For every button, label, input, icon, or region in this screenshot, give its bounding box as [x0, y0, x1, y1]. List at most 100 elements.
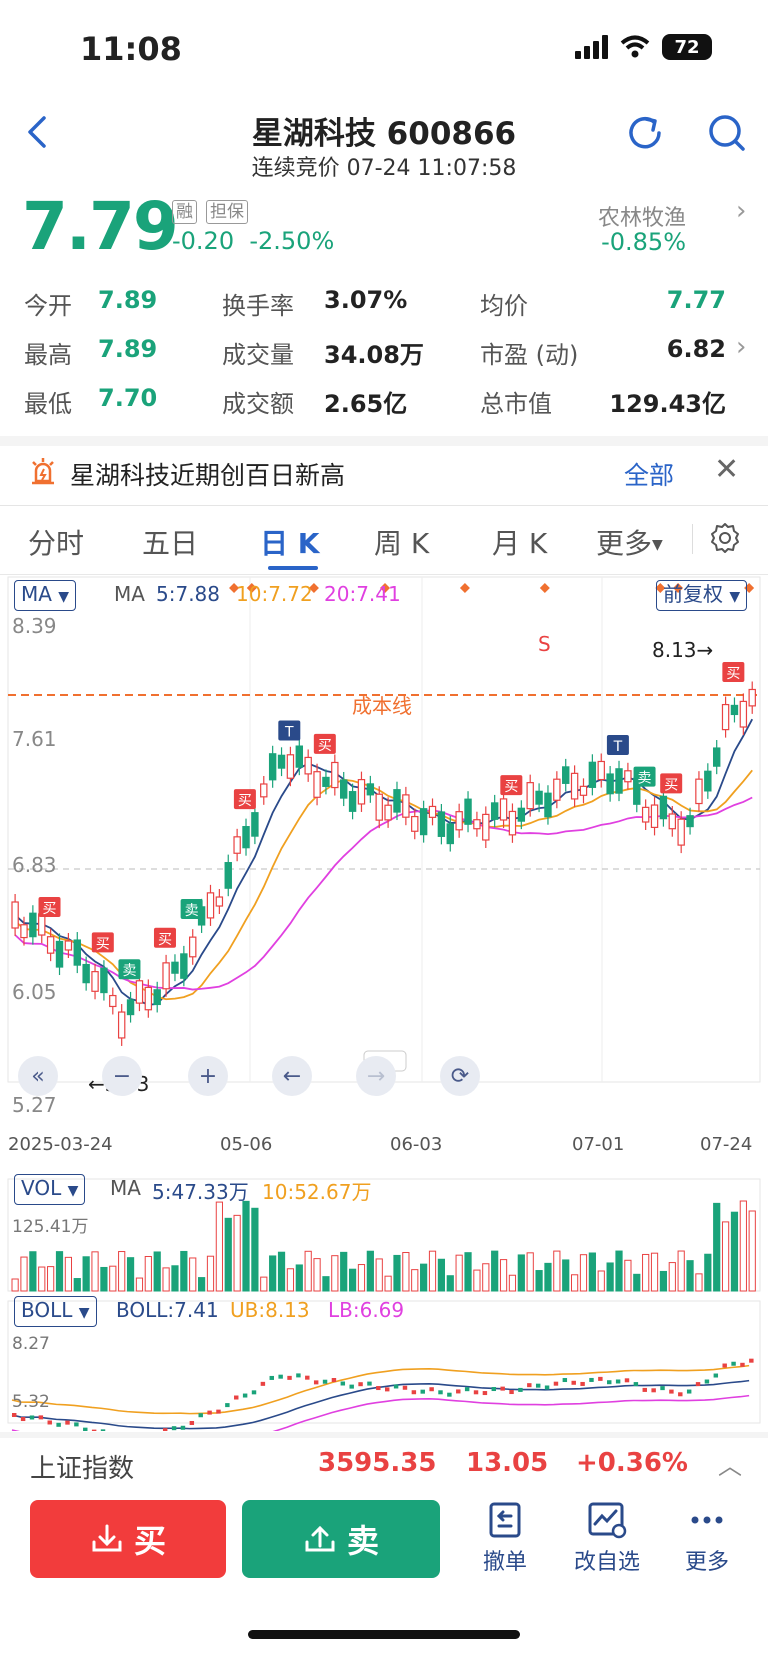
volume-bar — [215, 1201, 223, 1292]
boll-candle — [402, 1385, 408, 1390]
boll-candle — [83, 1427, 88, 1431]
notice-all-link[interactable]: 全部 — [624, 456, 674, 492]
volume-bar — [748, 1210, 756, 1292]
trade-marker-label: 买 — [504, 779, 518, 795]
boll-candle — [447, 1392, 452, 1397]
candle-body — [739, 700, 748, 728]
volume-bar — [153, 1251, 161, 1292]
tab-monthly-k[interactable]: 月 K — [492, 522, 547, 562]
volume-bar — [82, 1256, 90, 1292]
volume-bar — [624, 1259, 632, 1292]
candle-body — [393, 789, 401, 813]
tab-daily-k[interactable]: 日 K — [260, 522, 319, 562]
y-tick: 6.05 — [12, 980, 57, 1004]
chevron-right-icon[interactable]: › — [736, 196, 746, 226]
tab-more[interactable]: 更多▼ — [596, 522, 663, 562]
trade-marker-label: 卖 — [638, 771, 652, 787]
volume-bar — [162, 1267, 170, 1292]
volume-bar — [393, 1254, 401, 1292]
adjust-label: 前复权 — [663, 582, 723, 606]
candle-body — [446, 823, 454, 845]
boll-candle — [340, 1381, 346, 1386]
t-marker-label: T — [613, 739, 623, 755]
boll-candle — [171, 1426, 177, 1431]
tab-five-day[interactable]: 五日 — [142, 522, 198, 562]
adjust-selector[interactable]: 前复权 ▼ — [656, 580, 748, 611]
boll-candle — [411, 1390, 417, 1395]
caret-down-icon: ▼ — [729, 589, 741, 605]
sector-change[interactable]: -0.85% — [601, 228, 686, 256]
pan-right-button[interactable]: → — [356, 1056, 396, 1096]
date-tick: 07-01 — [572, 1134, 625, 1155]
date-tick: 07-24 — [700, 1134, 753, 1155]
candle-body — [677, 818, 685, 846]
gear-icon[interactable] — [708, 521, 742, 555]
candle-body — [411, 815, 419, 832]
tab-weekly-k[interactable]: 周 K — [374, 522, 429, 562]
ma-selector[interactable]: MA ▼ — [14, 580, 77, 611]
boll-candle — [464, 1387, 470, 1392]
boll-candle — [198, 1413, 203, 1418]
divider — [692, 524, 693, 554]
buy-button[interactable]: 买 — [30, 1500, 226, 1578]
boll-candle — [429, 1387, 434, 1392]
boll-candle — [438, 1390, 443, 1395]
ma20-value: 20:7.41 — [324, 582, 401, 606]
chevron-up-icon[interactable]: ︿ — [718, 1446, 742, 1481]
close-icon[interactable]: ✕ — [714, 452, 739, 487]
sell-button[interactable]: 卖 — [242, 1500, 440, 1578]
boll-value: BOLL:7.41 — [116, 1298, 219, 1322]
high-value: 7.89 — [98, 335, 158, 363]
candle-body — [11, 901, 19, 929]
mcap-value: 129.43亿 — [609, 390, 726, 418]
rotate-icon[interactable]: ⟳ — [440, 1056, 480, 1096]
search-icon[interactable] — [706, 112, 748, 154]
refresh-icon[interactable] — [624, 112, 666, 154]
pan-left-button[interactable]: ← — [272, 1056, 312, 1096]
open-label: 今开 — [24, 292, 72, 320]
cancel-order-button[interactable]: 撤单 — [460, 1500, 550, 1576]
ma-selector-label: MA — [21, 582, 52, 606]
boll-selector[interactable]: BOLL ▼ — [14, 1296, 97, 1327]
volume-bar — [38, 1266, 46, 1292]
edit-watchlist-button[interactable]: 改自选 — [562, 1500, 652, 1576]
volume-bar — [295, 1264, 303, 1292]
notice-text[interactable]: 星湖科技近期创百日新高 — [70, 456, 345, 492]
candle-body — [233, 836, 241, 854]
y-tick: 7.61 — [12, 727, 57, 751]
boll-candle — [686, 1389, 692, 1394]
boll-candle — [722, 1363, 727, 1368]
collateral-tag: 担保 — [206, 200, 248, 224]
candle-body — [304, 756, 312, 775]
zoom-in-button[interactable]: + — [188, 1056, 228, 1096]
event-dot — [539, 583, 550, 593]
boll-candle — [162, 1428, 168, 1431]
volume-bar — [499, 1259, 508, 1292]
y-tick: 5.27 — [12, 1093, 57, 1117]
boll-candle — [669, 1389, 674, 1394]
candle-body — [126, 999, 135, 1016]
volume-bar — [730, 1211, 739, 1292]
trade-marker-label: 买 — [238, 793, 252, 809]
caret-down-icon: ▼ — [78, 1305, 90, 1321]
index-name[interactable]: 上证指数 — [30, 1448, 134, 1485]
more-button[interactable]: 更多 — [662, 1500, 752, 1576]
boll-ub-value: UB:8.13 — [230, 1298, 310, 1322]
volume-bar — [206, 1255, 215, 1292]
boll-candle — [713, 1373, 719, 1378]
vol-ma10-value: 10:52.67万 — [262, 1180, 372, 1204]
boll-candle — [47, 1420, 52, 1425]
date-tick: 05-06 — [220, 1134, 273, 1155]
jump-start-button[interactable]: « — [18, 1056, 58, 1096]
candle-body — [428, 805, 437, 818]
vol-selector[interactable]: VOL ▼ — [14, 1174, 86, 1205]
volume-bar — [491, 1250, 499, 1292]
candle-body — [224, 862, 232, 889]
tab-intraday[interactable]: 分时 — [28, 522, 84, 562]
boll-candle — [358, 1382, 363, 1387]
volume-bar — [562, 1259, 570, 1292]
volume-bar — [677, 1250, 685, 1292]
zoom-out-button[interactable]: − — [102, 1056, 142, 1096]
chevron-right-icon[interactable]: › — [736, 332, 746, 362]
candle-body — [180, 953, 188, 979]
